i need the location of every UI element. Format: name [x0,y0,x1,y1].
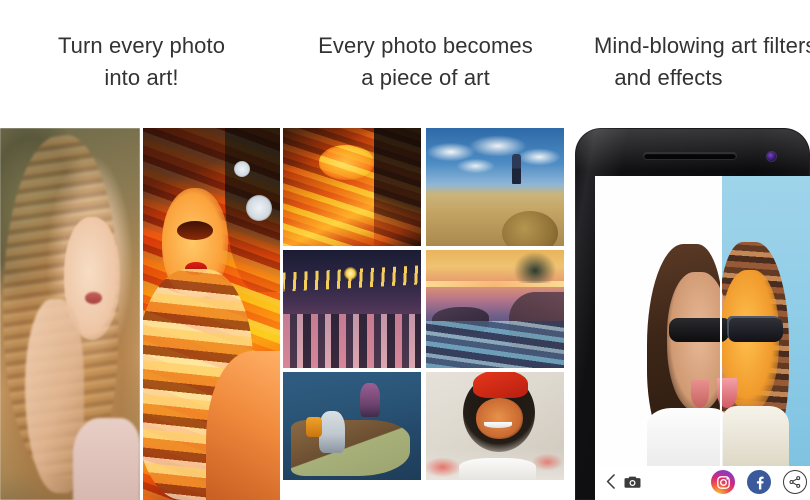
app-store-screenshot-banner: Turn every photo into art! Every photo b… [0,0,810,500]
android-phone-mockup [575,128,810,500]
heading-every-photo-becomes: Every photo becomes a piece of art [283,30,568,94]
heading-1-line-2: into art! [104,65,179,90]
backdrop-region [374,128,421,246]
front-camera-icon [767,152,776,161]
art-filtered-photo-grid [283,128,568,500]
person-figure-back [360,382,381,417]
person-figure [511,153,521,184]
heading-1-line-1: Turn every photo [57,33,226,58]
before-after-portrait [0,128,280,500]
chest-region [72,418,140,500]
original-photo [0,128,140,500]
water-region [426,320,564,368]
heading-3-line-1: Mind-blowing art filters [594,33,810,58]
earpiece-speaker [644,153,736,159]
person-figure-front [318,410,345,453]
share-icon[interactable] [783,470,807,494]
grid-photo-4[interactable] [426,250,564,368]
grid-photo-1[interactable] [283,128,421,246]
tongue-original [691,380,709,408]
shirt-original [647,408,727,466]
toolbar-left-group [606,474,641,489]
heading-mind-blowing-art-filters: Mind-blowing art filters and effects [568,30,810,94]
tree-silhouette [514,252,556,284]
smile-region [483,421,512,429]
art-filtered-photo [143,128,280,500]
headings-row: Turn every photo into art! Every photo b… [0,0,810,128]
portrait-before-half [0,128,140,500]
red-hair-highlight [472,372,529,398]
toolbar-share-group [711,470,807,494]
heading-turn-every-photo: Turn every photo into art! [0,30,283,94]
face-region [318,144,375,180]
heading-3-line-2: and effects [614,65,723,90]
sunglasses-filtered [727,316,783,342]
grid-photo-5[interactable] [283,372,421,480]
lips-region [85,291,103,304]
grid-photo-2[interactable] [426,128,564,246]
stylised-eye [177,221,213,240]
phone-screen [595,176,810,500]
split-divider [140,128,143,500]
portrait-after-half [143,128,280,500]
grid-photo-3[interactable] [283,250,421,368]
heading-2-line-2: a piece of art [361,65,490,90]
crowd-region [283,313,421,368]
shirt-region [459,458,537,480]
shirt-filtered [723,406,789,466]
facebook-icon[interactable] [747,470,771,494]
camera-icon[interactable] [624,475,641,489]
street-lamp [343,266,357,280]
life-vest [306,417,323,438]
phone-preview-photo[interactable] [595,176,810,466]
hay-bale [501,211,558,246]
bokeh-highlight [245,194,272,221]
preview-subject [647,240,789,466]
back-chevron-icon[interactable] [606,474,615,489]
phone-toolbar [595,466,810,500]
face-region [475,397,523,439]
clouds-region [426,135,564,185]
heading-2-line-1: Every photo becomes [318,33,533,58]
preview-split-divider [720,176,722,466]
instagram-icon[interactable] [711,470,735,494]
grid-photo-6[interactable] [426,372,564,480]
